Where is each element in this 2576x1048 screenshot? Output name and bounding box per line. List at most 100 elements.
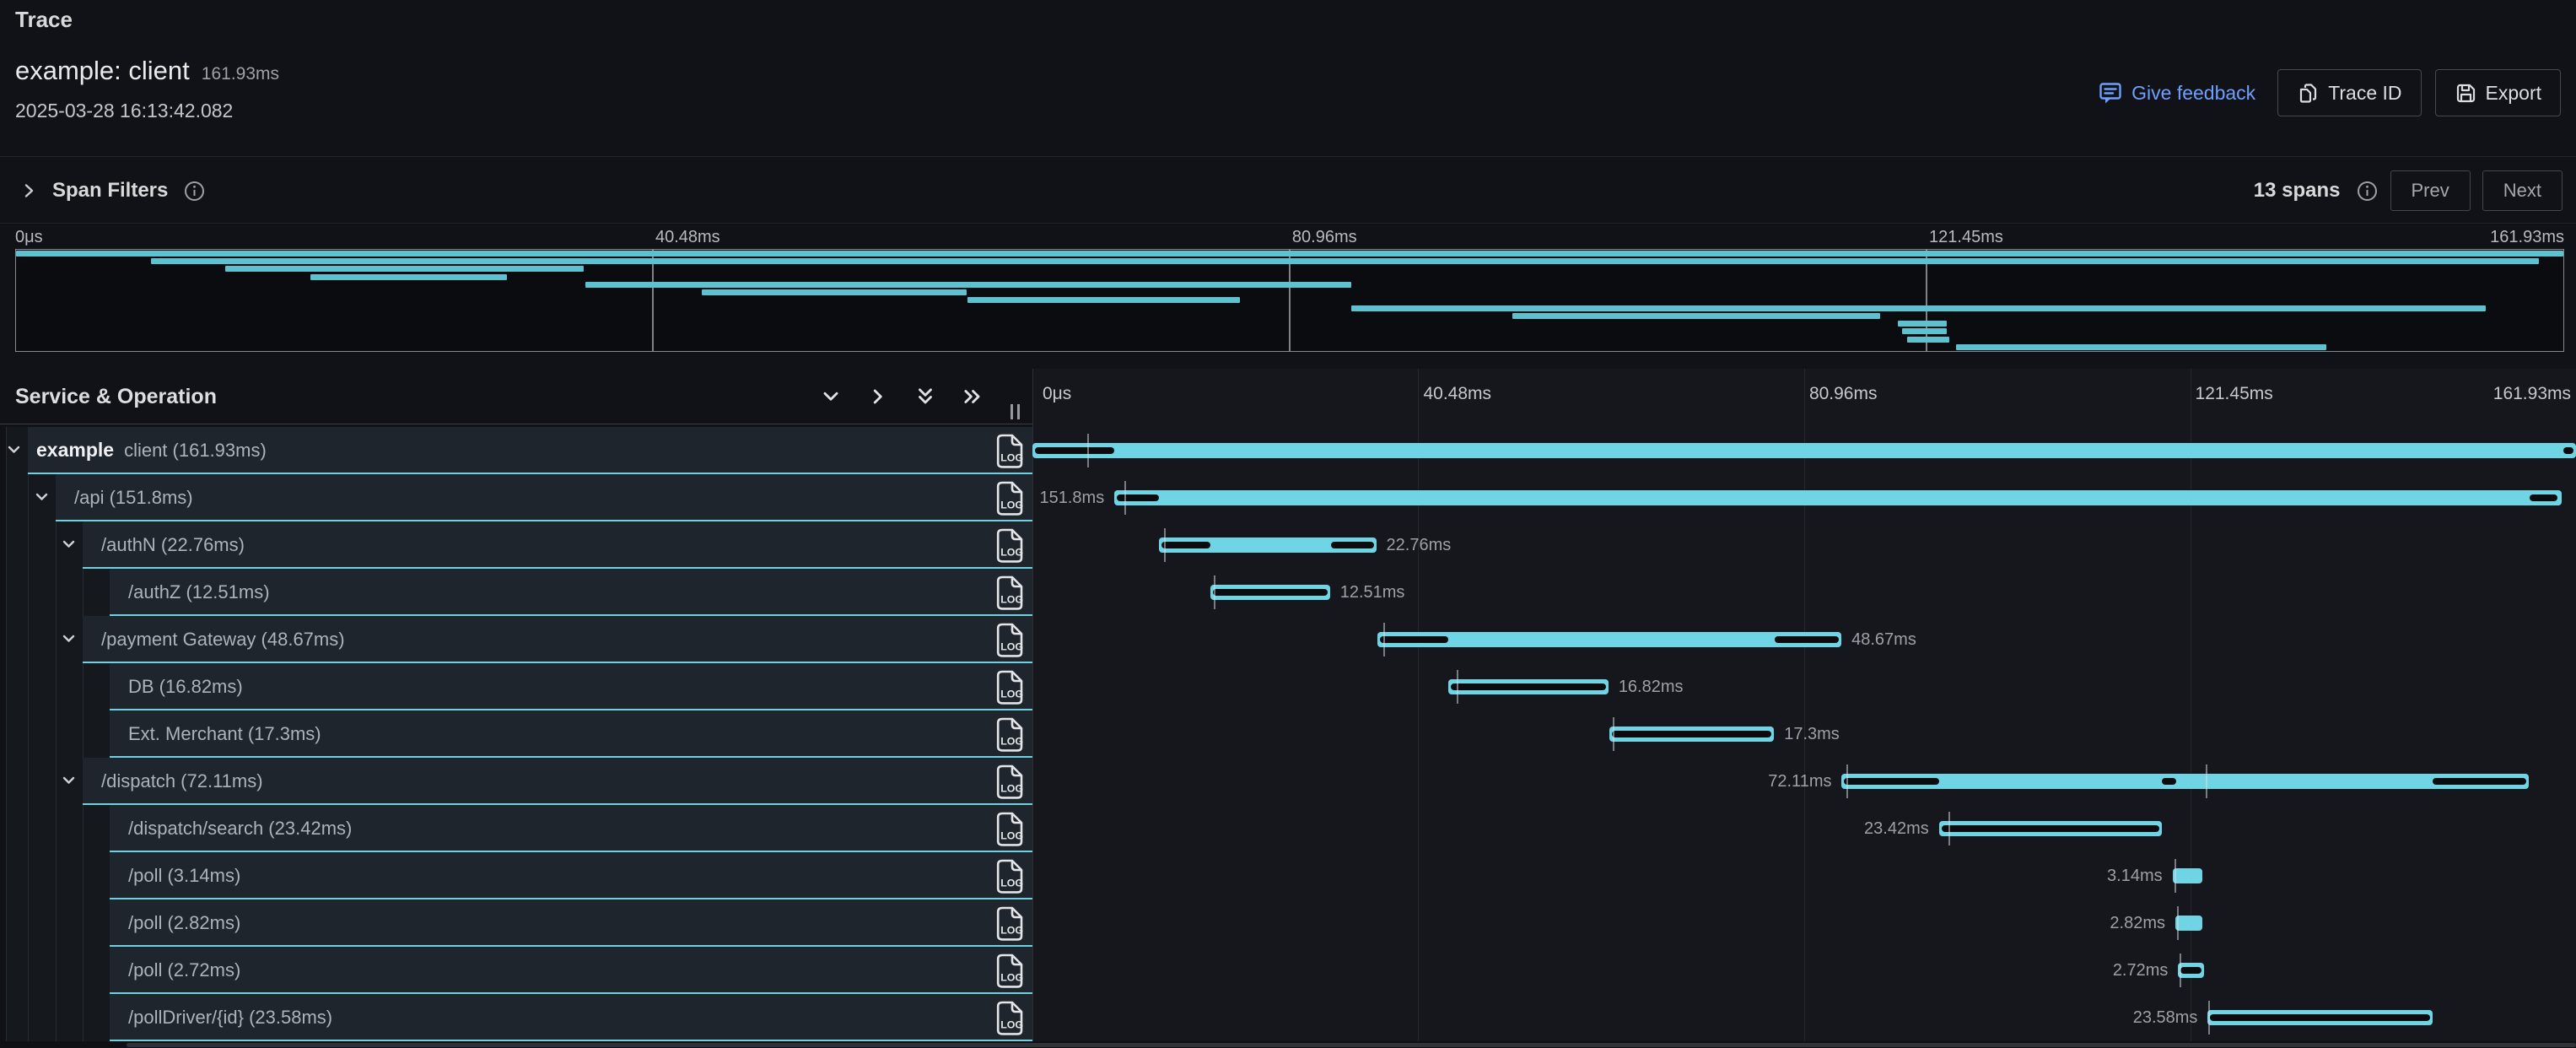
log-icon[interactable]: LOG [995,906,1024,941]
span-name: /poll (2.72ms) [118,947,240,993]
span-name-cell[interactable]: /api (151.8ms)LOG [6,474,1032,521]
chevron-down-icon[interactable] [62,539,76,549]
indent-guide [56,758,57,805]
span-name-cell[interactable]: /dispatch (72.11ms) LOG [6,758,1032,805]
operation-name: /poll (2.82ms) [128,912,240,933]
span-row[interactable]: /poll (2.72ms) LOG 2.72ms [0,947,2576,994]
svg-text:LOG: LOG [1000,546,1023,558]
trace-id-button[interactable]: Trace ID [2277,69,2421,116]
log-icon[interactable]: LOG [995,859,1024,894]
log-icon[interactable]: LOG [995,1001,1024,1035]
expand-all-double-chevron-right-icon[interactable] [962,386,984,408]
prev-span-button[interactable]: Prev [2390,170,2471,211]
critical-path-segment [2433,778,2526,785]
minimap-axis-labels: 0μs40.48ms80.96ms121.45ms161.93ms [15,228,2564,248]
span-timeline-cell: 2.72ms [1032,947,2576,994]
log-icon[interactable]: LOG [995,481,1024,516]
log-icon[interactable]: LOG [995,764,1024,799]
span-bar[interactable] [2175,916,2202,931]
span-row[interactable]: /authN (22.76ms)LOG22.76ms [0,521,2576,569]
span-name-cell[interactable]: /dispatch/search (23.42ms) LOG [6,805,1032,852]
export-button[interactable]: Export [2435,69,2561,116]
log-icon[interactable]: LOG [995,434,1024,468]
log-icon[interactable]: LOG [995,717,1024,752]
minimap-span-bar [1902,328,1947,334]
log-icon[interactable]: LOG [995,575,1024,610]
collapse-one-chevron-down-icon[interactable] [820,386,842,408]
span-filters-toggle[interactable]: Span Filters [20,158,206,224]
chevron-down-icon[interactable] [62,634,76,644]
expand-one-chevron-right-icon[interactable] [867,386,889,408]
span-name-cell[interactable]: /pollDriver/{id} (23.58ms) LOG [6,994,1032,1041]
span-row[interactable]: /poll (3.14ms)LOG3.14ms [0,852,2576,899]
span-bar[interactable] [2173,868,2202,883]
svg-text:LOG: LOG [1000,1018,1023,1030]
duration-label: 151.8ms [1039,474,1104,521]
span-name: exampleclient (161.93ms) [36,427,267,473]
span-row[interactable]: /dispatch/search (23.42ms) LOG 23.42ms [0,805,2576,852]
span-row[interactable]: DB (16.82ms)LOG16.82ms [0,663,2576,710]
svg-text:LOG: LOG [1000,688,1023,700]
operation-name: /pollDriver/{id} (23.58ms) [128,1007,332,1028]
span-row-background [110,663,1032,710]
span-row[interactable]: exampleclient (161.93ms) LOG [0,427,2576,474]
span-name-cell[interactable]: /poll (2.82ms) LOG [6,899,1032,947]
svg-text:LOG: LOG [1000,451,1023,463]
minimap-span-bar [1907,337,1950,343]
log-icon[interactable]: LOG [995,528,1024,563]
critical-path-segment [2563,447,2573,454]
span-name-cell[interactable]: /authN (22.76ms)LOG [6,521,1032,569]
chevron-right-icon[interactable] [20,182,37,199]
log-icon[interactable]: LOG [995,812,1024,846]
critical-path-segment [1942,825,2160,832]
span-name: /dispatch (72.11ms) [91,758,263,804]
horizontal-scrollbar-thumb[interactable] [127,1043,2576,1047]
span-row[interactable]: /authZ (12.51ms)LOG12.51ms [0,569,2576,616]
span-name-cell[interactable]: /authZ (12.51ms) LOG [6,569,1032,616]
chevron-down-icon[interactable] [35,492,49,502]
info-icon[interactable] [2356,180,2379,203]
span-name: /payment Gateway (48.67ms) [91,616,345,662]
span-name-cell[interactable]: exampleclient (161.93ms) LOG [6,427,1032,474]
page-title: Trace [15,7,73,33]
chevron-down-icon[interactable] [7,445,21,455]
span-name-cell[interactable]: Ext. Merchant (17.3ms)LOG [6,710,1032,758]
span-row[interactable]: /poll (2.82ms) LOG 2.82ms [0,899,2576,947]
operation-name: /dispatch (72.11ms) [101,770,263,791]
event-tick [2180,953,2181,987]
span-bar[interactable] [1032,443,2576,458]
operation-name: /dispatch/search (23.42ms) [128,818,352,839]
info-icon[interactable] [183,180,206,203]
operation-name: /authZ (12.51ms) [128,581,270,602]
minimap-axis-label: 80.96ms [1292,228,1357,247]
span-row[interactable]: Ext. Merchant (17.3ms)LOG17.3ms [0,710,2576,758]
feedback-comment-icon [2098,80,2123,105]
log-icon[interactable]: LOG [995,670,1024,705]
operation-name: client (161.93ms) [124,440,267,461]
give-feedback-link[interactable]: Give feedback [2098,80,2255,105]
span-name-cell[interactable]: /payment Gateway (48.67ms) LOG [6,616,1032,663]
collapse-all-double-chevron-down-icon[interactable] [914,386,936,408]
log-icon[interactable]: LOG [995,623,1024,657]
span-name: /dispatch/search (23.42ms) [118,805,352,851]
span-name-cell[interactable]: DB (16.82ms)LOG [6,663,1032,710]
span-name-cell[interactable]: /poll (2.72ms) LOG [6,947,1032,994]
span-row[interactable]: /dispatch (72.11ms)LOG72.11ms [0,758,2576,805]
span-row[interactable]: /payment Gateway (48.67ms)LOG48.67ms [0,616,2576,663]
span-name-cell[interactable]: /poll (3.14ms)LOG [6,852,1032,899]
span-timeline-cell: 2.82ms [1032,899,2576,947]
column-resize-handle[interactable] [1010,404,1024,419]
chevron-down-icon[interactable] [62,775,76,786]
minimap-span-bar [1898,321,1948,327]
log-icon[interactable]: LOG [995,953,1024,988]
span-bar[interactable] [1841,774,2529,789]
next-span-button[interactable]: Next [2482,170,2563,211]
duration-label: 2.72ms [2113,947,2169,994]
critical-path-segment [2180,967,2201,974]
span-row[interactable]: /api (151.8ms)LOG151.8ms [0,474,2576,521]
minimap-span-bar [702,289,967,295]
duration-label: 23.42ms [1864,805,1929,852]
span-bar[interactable] [1114,490,2562,505]
span-row[interactable]: /pollDriver/{id} (23.58ms)LOG23.58ms [0,994,2576,1041]
minimap[interactable] [15,249,2564,352]
